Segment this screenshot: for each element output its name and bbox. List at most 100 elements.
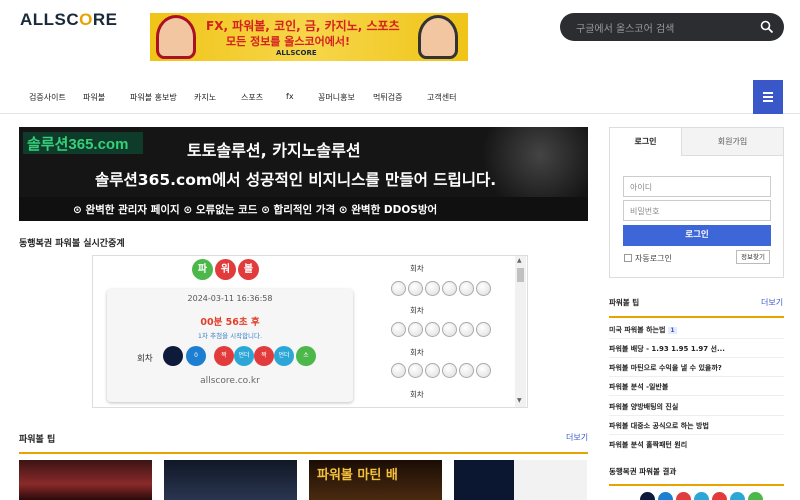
history-balls-row (391, 363, 491, 378)
logo-text: ALLSC (20, 10, 80, 29)
divider (609, 415, 784, 416)
powerball-logo: 파 워 볼 (192, 259, 259, 280)
result-ball (676, 492, 691, 500)
sidebar-tip-item[interactable]: 파워볼 분석 홀짝패턴 원리 (609, 440, 687, 450)
sidebar-tip-item[interactable]: 파워볼 배당 - 1.93 1.95 1.97 선... (609, 344, 725, 354)
sidebar-tips-more-link[interactable]: 더보기 (761, 297, 783, 308)
nav-item-sports[interactable]: 스포츠 (241, 92, 263, 103)
tab-signup[interactable]: 회원가입 (682, 128, 783, 156)
result-ball (658, 492, 673, 500)
ad-features: ⊙ 완벽한 관리자 페이지 ⊙ 오류없는 코드 ⊙ 합리적인 가격 ⊙ 완벽한 … (19, 197, 588, 221)
main-nav: 검증사이트 파워볼 파워볼 홍보방 카지노 스포츠 fx 꽁머니홍보 먹튀검증 … (0, 80, 800, 114)
nav-item-powerball-promo[interactable]: 파워볼 홍보방 (130, 92, 177, 103)
live-section-title: 동행복권 파워볼 실시간중계 (19, 239, 125, 249)
draw-countdown: 00분 56초 후 (200, 317, 260, 328)
ad-site-name: 솔루션365.com (23, 132, 143, 154)
divider (609, 357, 784, 358)
sidebar-tips-divider (609, 316, 784, 318)
live-draw-card: 2024-03-11 16:36:58 00분 56초 후 1차 추첨을 시작합… (107, 289, 353, 402)
nav-item-powerball[interactable]: 파워볼 (83, 92, 105, 103)
search-icon[interactable] (760, 20, 774, 34)
history-round-label: 회차 (410, 306, 424, 315)
banner-brand: ALLSCORE (276, 49, 317, 57)
card-footer-domain: allscore.co.kr (200, 376, 260, 386)
nav-item-support[interactable]: 고객센터 (427, 92, 456, 103)
history-round-label: 회차 (410, 348, 424, 357)
logo-text-end: RE (92, 10, 118, 29)
result-ball-1 (163, 346, 183, 366)
nav-item-fx[interactable]: fx (286, 92, 294, 101)
login-button[interactable]: 로그인 (623, 225, 771, 246)
site-logo[interactable]: ALLSCORE (20, 10, 118, 30)
search-input[interactable]: 구글에서 올스코어 검색 (560, 13, 784, 41)
logo-o: O (79, 10, 93, 29)
logo-char-1: 파 (192, 259, 213, 280)
username-field[interactable]: 아이디 (623, 176, 771, 197)
sidebar-tip-item[interactable]: 미국 파워볼 하는법 1 (609, 325, 677, 335)
scroll-thumb[interactable] (517, 268, 524, 282)
nav-item-verify[interactable]: 검증사이트 (29, 92, 66, 103)
tip-thumbnail-caption: 파워볼 마틴 배 (317, 468, 398, 483)
result-ball (748, 492, 763, 500)
result-ball-2: 0 (186, 346, 206, 366)
tip-thumbnail-2[interactable] (164, 460, 297, 500)
nav-item-free-money[interactable]: 꽁머니홍보 (318, 92, 355, 103)
header-banner[interactable]: FX, 파워볼, 코인, 금, 카지노, 스포츠 모든 정보를 올스코어에서! … (150, 13, 468, 61)
tab-login[interactable]: 로그인 (610, 128, 682, 156)
sidebar-results-title: 동행복권 파워볼 결과 (609, 467, 677, 476)
page: ALLSCORE FX, 파워볼, 코인, 금, 카지노, 스포츠 모든 정보를… (0, 0, 800, 500)
scroll-up-icon[interactable]: ▲ (517, 257, 522, 264)
divider (609, 395, 784, 396)
divider (609, 376, 784, 377)
history-round-label: 회차 (410, 390, 424, 399)
banner-line1: FX, 파워볼, 코인, 금, 카지노, 스포츠 (206, 19, 400, 33)
result-ball (712, 492, 727, 500)
sidebar-tip-item[interactable]: 파워볼 마틴으로 수익을 낼 수 있을까? (609, 363, 722, 373)
sidebar-results-divider (609, 484, 784, 486)
tips-divider (19, 452, 588, 454)
result-ball (730, 492, 745, 500)
result-ball-6: 언더 (274, 346, 294, 366)
comment-count-badge: 1 (668, 327, 677, 334)
result-ball-5: 짝 (254, 346, 274, 366)
result-ball (694, 492, 709, 500)
solution-ad-banner[interactable]: 솔루션365.com 토토솔루션, 카지노솔루션 솔루션365.com에서 성공… (19, 127, 588, 221)
ad-headline: 토토솔루션, 카지노솔루션 (187, 141, 361, 160)
result-ball-7: 소 (296, 346, 316, 366)
result-ball-4: 언더 (234, 346, 254, 366)
nav-item-casino[interactable]: 카지노 (194, 92, 216, 103)
banner-face-right (418, 15, 458, 59)
nav-item-scam-check[interactable]: 먹튀검증 (373, 92, 402, 103)
scroll-down-icon[interactable]: ▼ (517, 397, 522, 404)
divider (609, 338, 784, 339)
tip-thumbnail-3[interactable]: 파워볼 마틴 배 (309, 460, 442, 500)
sidebar-tip-item[interactable]: 파워볼 분석 -일반볼 (609, 382, 668, 392)
history-balls-row (391, 322, 491, 337)
sidebar-tip-item[interactable]: 파워볼 양방배팅의 진실 (609, 402, 678, 412)
tip-thumbnail-1[interactable] (19, 460, 152, 500)
round-label: 회차 (137, 354, 153, 364)
logo-char-2: 워 (215, 259, 236, 280)
history-round-label: 회차 (410, 264, 424, 273)
result-ball (640, 492, 655, 500)
result-ball-3: 짝 (214, 346, 234, 366)
tips-section-title: 파워볼 팁 (19, 435, 56, 445)
tips-more-link[interactable]: 더보기 (566, 432, 588, 443)
tip-thumbnail-4[interactable] (454, 460, 587, 500)
auto-login-checkbox[interactable] (624, 254, 632, 262)
draw-datetime: 2024-03-11 16:36:58 (187, 294, 273, 303)
password-field[interactable]: 비밀번호 (623, 200, 771, 221)
tip-title[interactable]: 미국 파워볼 하는법 (609, 326, 665, 334)
sidebar-tip-item[interactable]: 파워볼 대중소 공식으로 하는 방법 (609, 421, 709, 431)
divider (609, 434, 784, 435)
sidebar-tips-title: 파워볼 팁 (609, 298, 640, 307)
auto-login-label: 자동로그인 (635, 254, 672, 263)
ad-subheadline: 솔루션365.com에서 성공적인 비지니스를 만들어 드립니다. (95, 171, 497, 189)
find-info-button[interactable]: 정보찾기 (736, 250, 770, 264)
history-scrollbar[interactable]: ▲ ▼ (515, 256, 526, 407)
draw-message: 1차 추첨을 시작합니다. (197, 332, 263, 340)
history-balls-row (391, 281, 491, 296)
logo-char-3: 볼 (238, 259, 259, 280)
banner-face-left (156, 15, 196, 59)
hamburger-menu-icon[interactable] (753, 80, 783, 114)
